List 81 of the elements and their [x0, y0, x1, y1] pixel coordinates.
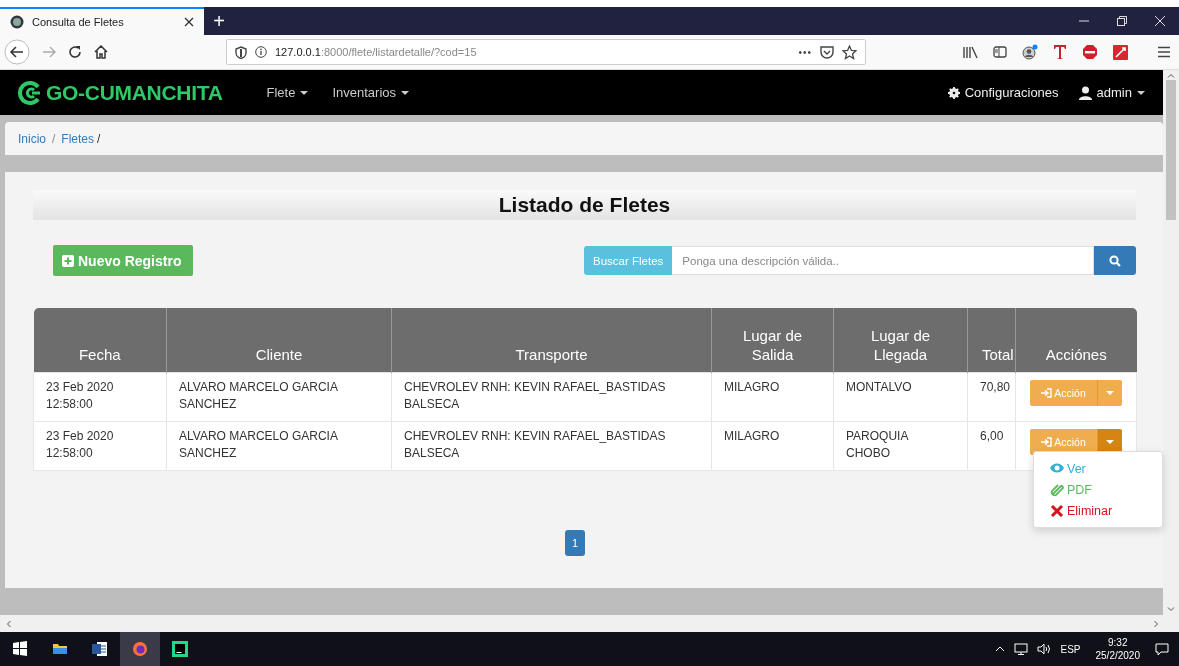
table-cell: 23 Feb 2020 12:58:00 — [33, 372, 167, 422]
reload-icon[interactable] — [68, 45, 82, 59]
firefox-icon[interactable] — [132, 641, 148, 657]
chevron-up-icon[interactable] — [995, 646, 1006, 652]
breadcrumb-link[interactable]: Fletes — [61, 131, 95, 146]
cross-icon — [1050, 504, 1064, 517]
back-icon[interactable] — [4, 39, 30, 65]
volume-icon[interactable] — [1037, 643, 1052, 655]
url-text: 127.0.0.1:8000/flete/listardetalle/?cod=15 — [275, 46, 478, 58]
table-cell: CHEVROLEV RNH: KEVIN RAFAEL_BASTIDAS BALSECA — [391, 421, 712, 471]
search-icon — [1109, 254, 1121, 267]
search-label: Buscar Fletes — [584, 246, 673, 275]
notification-icon[interactable] — [1155, 642, 1169, 656]
tab-title: Consulta de Fletes — [32, 16, 125, 28]
star-icon[interactable] — [842, 44, 857, 60]
browser-tab[interactable]: Consulta de Fletes — [0, 7, 204, 35]
ide-icon[interactable] — [172, 641, 188, 657]
brand-name[interactable]: GO-CUMANCHITA — [46, 80, 223, 105]
folder-icon[interactable] — [52, 641, 68, 657]
page-actions-button[interactable]: ••• — [798, 46, 812, 58]
table-cell: CHEVROLEV RNH: KEVIN RAFAEL_BASTIDAS BALSECA — [391, 372, 712, 422]
table-cell: ALVARO MARCELO GARCIA SANCHEZ — [166, 372, 392, 422]
search-button[interactable] — [1094, 246, 1136, 275]
info-icon[interactable] — [255, 46, 267, 58]
close-icon[interactable] — [184, 17, 194, 27]
table-cell: MILAGRO — [711, 421, 834, 471]
table-cell: MILAGRO — [711, 372, 834, 422]
breadcrumb-separator: / — [97, 131, 101, 146]
settings-icon — [947, 86, 960, 99]
home-icon[interactable] — [94, 45, 108, 59]
column-header: Transporte — [391, 308, 712, 373]
table-cell: MONTALVO — [833, 372, 968, 422]
word-icon[interactable] — [92, 641, 108, 657]
sign-in-icon — [1041, 437, 1053, 447]
brand-logo-icon — [18, 80, 42, 105]
breadcrumb-separator: / — [52, 131, 56, 146]
serif-t-icon[interactable] — [1053, 44, 1067, 60]
globe-icon — [10, 15, 24, 29]
plus-square-icon — [62, 254, 74, 267]
table-cell: 23 Feb 2020 12:58:00 — [33, 421, 167, 471]
settings-link[interactable]: Configuraciones — [947, 85, 1059, 100]
account-icon[interactable] — [1022, 44, 1038, 60]
page-title: Listado de Fletes — [33, 190, 1136, 220]
paperclip-icon — [1050, 483, 1064, 496]
breadcrumb-link[interactable]: Inicio — [18, 131, 46, 146]
table-cell: 70,80 — [967, 372, 1016, 422]
column-header: Lugar de Salida — [711, 308, 834, 373]
column-header: Total — [967, 308, 1016, 373]
dropdown-item[interactable]: Eliminar — [1034, 500, 1162, 521]
clock-date[interactable]: 25/2/2020 — [1095, 649, 1140, 662]
library-icon[interactable] — [963, 45, 978, 59]
column-header: Acciónes — [1015, 308, 1137, 373]
table-cell: PAROQUIA CHOBO — [833, 421, 968, 471]
sign-in-icon — [1041, 388, 1053, 398]
pdf-tool-icon[interactable] — [1113, 44, 1128, 60]
network-icon[interactable] — [1014, 643, 1029, 655]
table-cell: ALVARO MARCELO GARCIA SANCHEZ — [166, 421, 392, 471]
language-indicator[interactable]: ESP — [1060, 643, 1081, 655]
table-cell: 6,00 — [967, 421, 1016, 471]
menu-icon[interactable] — [1157, 46, 1171, 58]
dropdown-toggle[interactable] — [1098, 380, 1122, 406]
windows-start-icon[interactable] — [12, 641, 28, 657]
address-bar[interactable]: 127.0.0.1:8000/flete/listardetalle/?cod=15 ••• — [226, 39, 866, 65]
user-menu[interactable]: admin — [1078, 85, 1145, 100]
eye-icon — [1050, 462, 1064, 475]
restore-icon[interactable] — [1117, 16, 1127, 26]
nav-menu[interactable]: Flete — [266, 85, 309, 100]
scroll-thumb[interactable] — [1166, 80, 1176, 220]
nav-menu[interactable]: Inventarios — [332, 85, 410, 100]
adblock-icon[interactable] — [1082, 44, 1098, 60]
search-field[interactable]: Ponga una descripción válida.. — [672, 246, 1094, 275]
sidebar-icon[interactable] — [993, 46, 1007, 58]
column-header: Cliente — [166, 308, 392, 373]
user-icon — [1078, 85, 1092, 100]
clock-time[interactable]: 9:32 — [1095, 636, 1140, 649]
shield-icon[interactable] — [235, 45, 247, 59]
new-tab-button[interactable]: + — [204, 7, 234, 35]
column-header: Lugar de Llegada — [833, 308, 968, 373]
pocket-icon[interactable] — [820, 45, 834, 59]
page-button[interactable]: 1 — [565, 530, 585, 556]
column-header: Fecha — [33, 308, 167, 373]
